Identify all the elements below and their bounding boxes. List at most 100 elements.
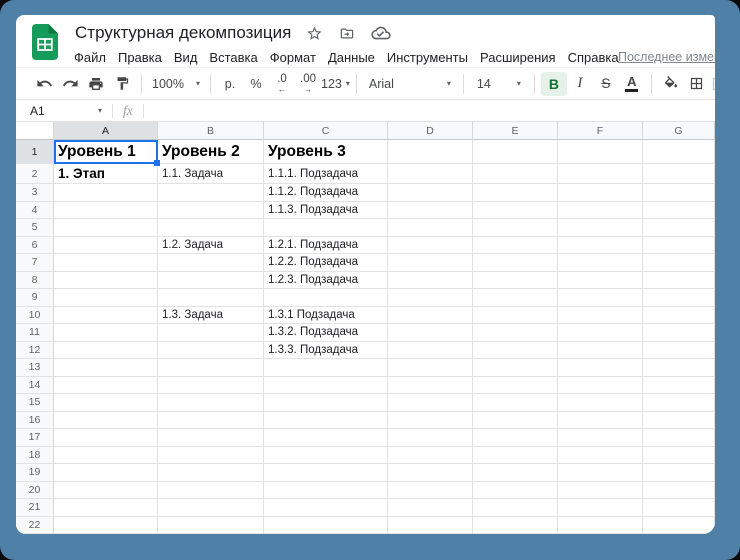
cell-C3[interactable]: 1.1.2. Подзадача: [264, 184, 388, 202]
cell-G9[interactable]: [643, 289, 715, 307]
cell-D3[interactable]: [388, 184, 473, 202]
row-header-8[interactable]: 8: [16, 272, 54, 290]
cell-A7[interactable]: [54, 254, 158, 272]
row-header-1[interactable]: 1: [16, 140, 54, 164]
cell-C22[interactable]: [264, 517, 388, 535]
cell-G20[interactable]: [643, 482, 715, 500]
cell-D1[interactable]: [388, 140, 473, 164]
print-button[interactable]: [83, 72, 109, 96]
cell-G8[interactable]: [643, 272, 715, 290]
cell-A13[interactable]: [54, 359, 158, 377]
cell-A10[interactable]: [54, 307, 158, 325]
col-header-G[interactable]: G: [643, 122, 715, 140]
row-header-3[interactable]: 3: [16, 184, 54, 202]
cell-F9[interactable]: [558, 289, 643, 307]
cell-B11[interactable]: [158, 324, 264, 342]
row-header-12[interactable]: 12: [16, 342, 54, 360]
row-header-10[interactable]: 10: [16, 307, 54, 325]
cell-E10[interactable]: [473, 307, 558, 325]
cell-E8[interactable]: [473, 272, 558, 290]
merge-cells-button[interactable]: ▾: [710, 72, 715, 96]
cell-G16[interactable]: [643, 412, 715, 430]
cell-G17[interactable]: [643, 429, 715, 447]
cell-C7[interactable]: 1.2.2. Подзадача: [264, 254, 388, 272]
cell-E5[interactable]: [473, 219, 558, 237]
cell-C5[interactable]: [264, 219, 388, 237]
cell-D8[interactable]: [388, 272, 473, 290]
cell-E16[interactable]: [473, 412, 558, 430]
sheets-logo-icon[interactable]: [32, 24, 58, 65]
cell-D22[interactable]: [388, 517, 473, 535]
cell-E12[interactable]: [473, 342, 558, 360]
font-size-select[interactable]: 14▾: [470, 72, 528, 96]
cell-A14[interactable]: [54, 377, 158, 395]
cell-A3[interactable]: [54, 184, 158, 202]
cloud-saved-icon[interactable]: [371, 25, 391, 41]
cell-F20[interactable]: [558, 482, 643, 500]
cell-E9[interactable]: [473, 289, 558, 307]
col-header-A[interactable]: A: [54, 122, 158, 140]
cell-B14[interactable]: [158, 377, 264, 395]
cell-A2[interactable]: 1. Этап: [54, 164, 158, 184]
cell-D17[interactable]: [388, 429, 473, 447]
cell-A18[interactable]: [54, 447, 158, 465]
cell-E13[interactable]: [473, 359, 558, 377]
cell-A5[interactable]: [54, 219, 158, 237]
cell-F2[interactable]: [558, 164, 643, 184]
cell-D7[interactable]: [388, 254, 473, 272]
cell-G5[interactable]: [643, 219, 715, 237]
menu-data[interactable]: Данные: [322, 50, 381, 65]
last-edit-link[interactable]: Последнее изменен: [618, 47, 715, 67]
row-header-6[interactable]: 6: [16, 237, 54, 255]
cell-G12[interactable]: [643, 342, 715, 360]
cell-F14[interactable]: [558, 377, 643, 395]
text-color-button[interactable]: A: [619, 72, 645, 96]
cell-G21[interactable]: [643, 499, 715, 517]
row-header-2[interactable]: 2: [16, 164, 54, 184]
cell-B9[interactable]: [158, 289, 264, 307]
cell-A22[interactable]: [54, 517, 158, 535]
menu-tools[interactable]: Инструменты: [381, 50, 474, 65]
row-header-15[interactable]: 15: [16, 394, 54, 412]
col-header-D[interactable]: D: [388, 122, 473, 140]
cell-F11[interactable]: [558, 324, 643, 342]
cell-A1[interactable]: Уровень 1: [54, 140, 158, 164]
cell-D11[interactable]: [388, 324, 473, 342]
cell-B1[interactable]: Уровень 2: [158, 140, 264, 164]
cell-F12[interactable]: [558, 342, 643, 360]
row-header-17[interactable]: 17: [16, 429, 54, 447]
cell-D20[interactable]: [388, 482, 473, 500]
cell-F5[interactable]: [558, 219, 643, 237]
cell-C11[interactable]: 1.3.2. Подзадача: [264, 324, 388, 342]
row-header-7[interactable]: 7: [16, 254, 54, 272]
bold-button[interactable]: B: [541, 72, 567, 96]
cell-G6[interactable]: [643, 237, 715, 255]
cell-D4[interactable]: [388, 202, 473, 220]
col-header-F[interactable]: F: [558, 122, 643, 140]
cell-E21[interactable]: [473, 499, 558, 517]
cell-F10[interactable]: [558, 307, 643, 325]
cell-A4[interactable]: [54, 202, 158, 220]
borders-button[interactable]: [684, 72, 710, 96]
cell-F1[interactable]: [558, 140, 643, 164]
row-header-22[interactable]: 22: [16, 517, 54, 535]
cell-B21[interactable]: [158, 499, 264, 517]
cell-B16[interactable]: [158, 412, 264, 430]
cell-F21[interactable]: [558, 499, 643, 517]
col-header-E[interactable]: E: [473, 122, 558, 140]
menu-insert[interactable]: Вставка: [203, 50, 263, 65]
cell-D13[interactable]: [388, 359, 473, 377]
cell-C2[interactable]: 1.1.1. Подзадача: [264, 164, 388, 184]
cell-G15[interactable]: [643, 394, 715, 412]
cell-B20[interactable]: [158, 482, 264, 500]
cell-B2[interactable]: 1.1. Задача: [158, 164, 264, 184]
cell-D16[interactable]: [388, 412, 473, 430]
cell-B3[interactable]: [158, 184, 264, 202]
row-header-21[interactable]: 21: [16, 499, 54, 517]
number-format-button[interactable]: 123▾: [321, 72, 350, 96]
cell-G10[interactable]: [643, 307, 715, 325]
cell-D15[interactable]: [388, 394, 473, 412]
cell-B4[interactable]: [158, 202, 264, 220]
name-box[interactable]: A1 ▾: [16, 104, 102, 118]
cell-G2[interactable]: [643, 164, 715, 184]
